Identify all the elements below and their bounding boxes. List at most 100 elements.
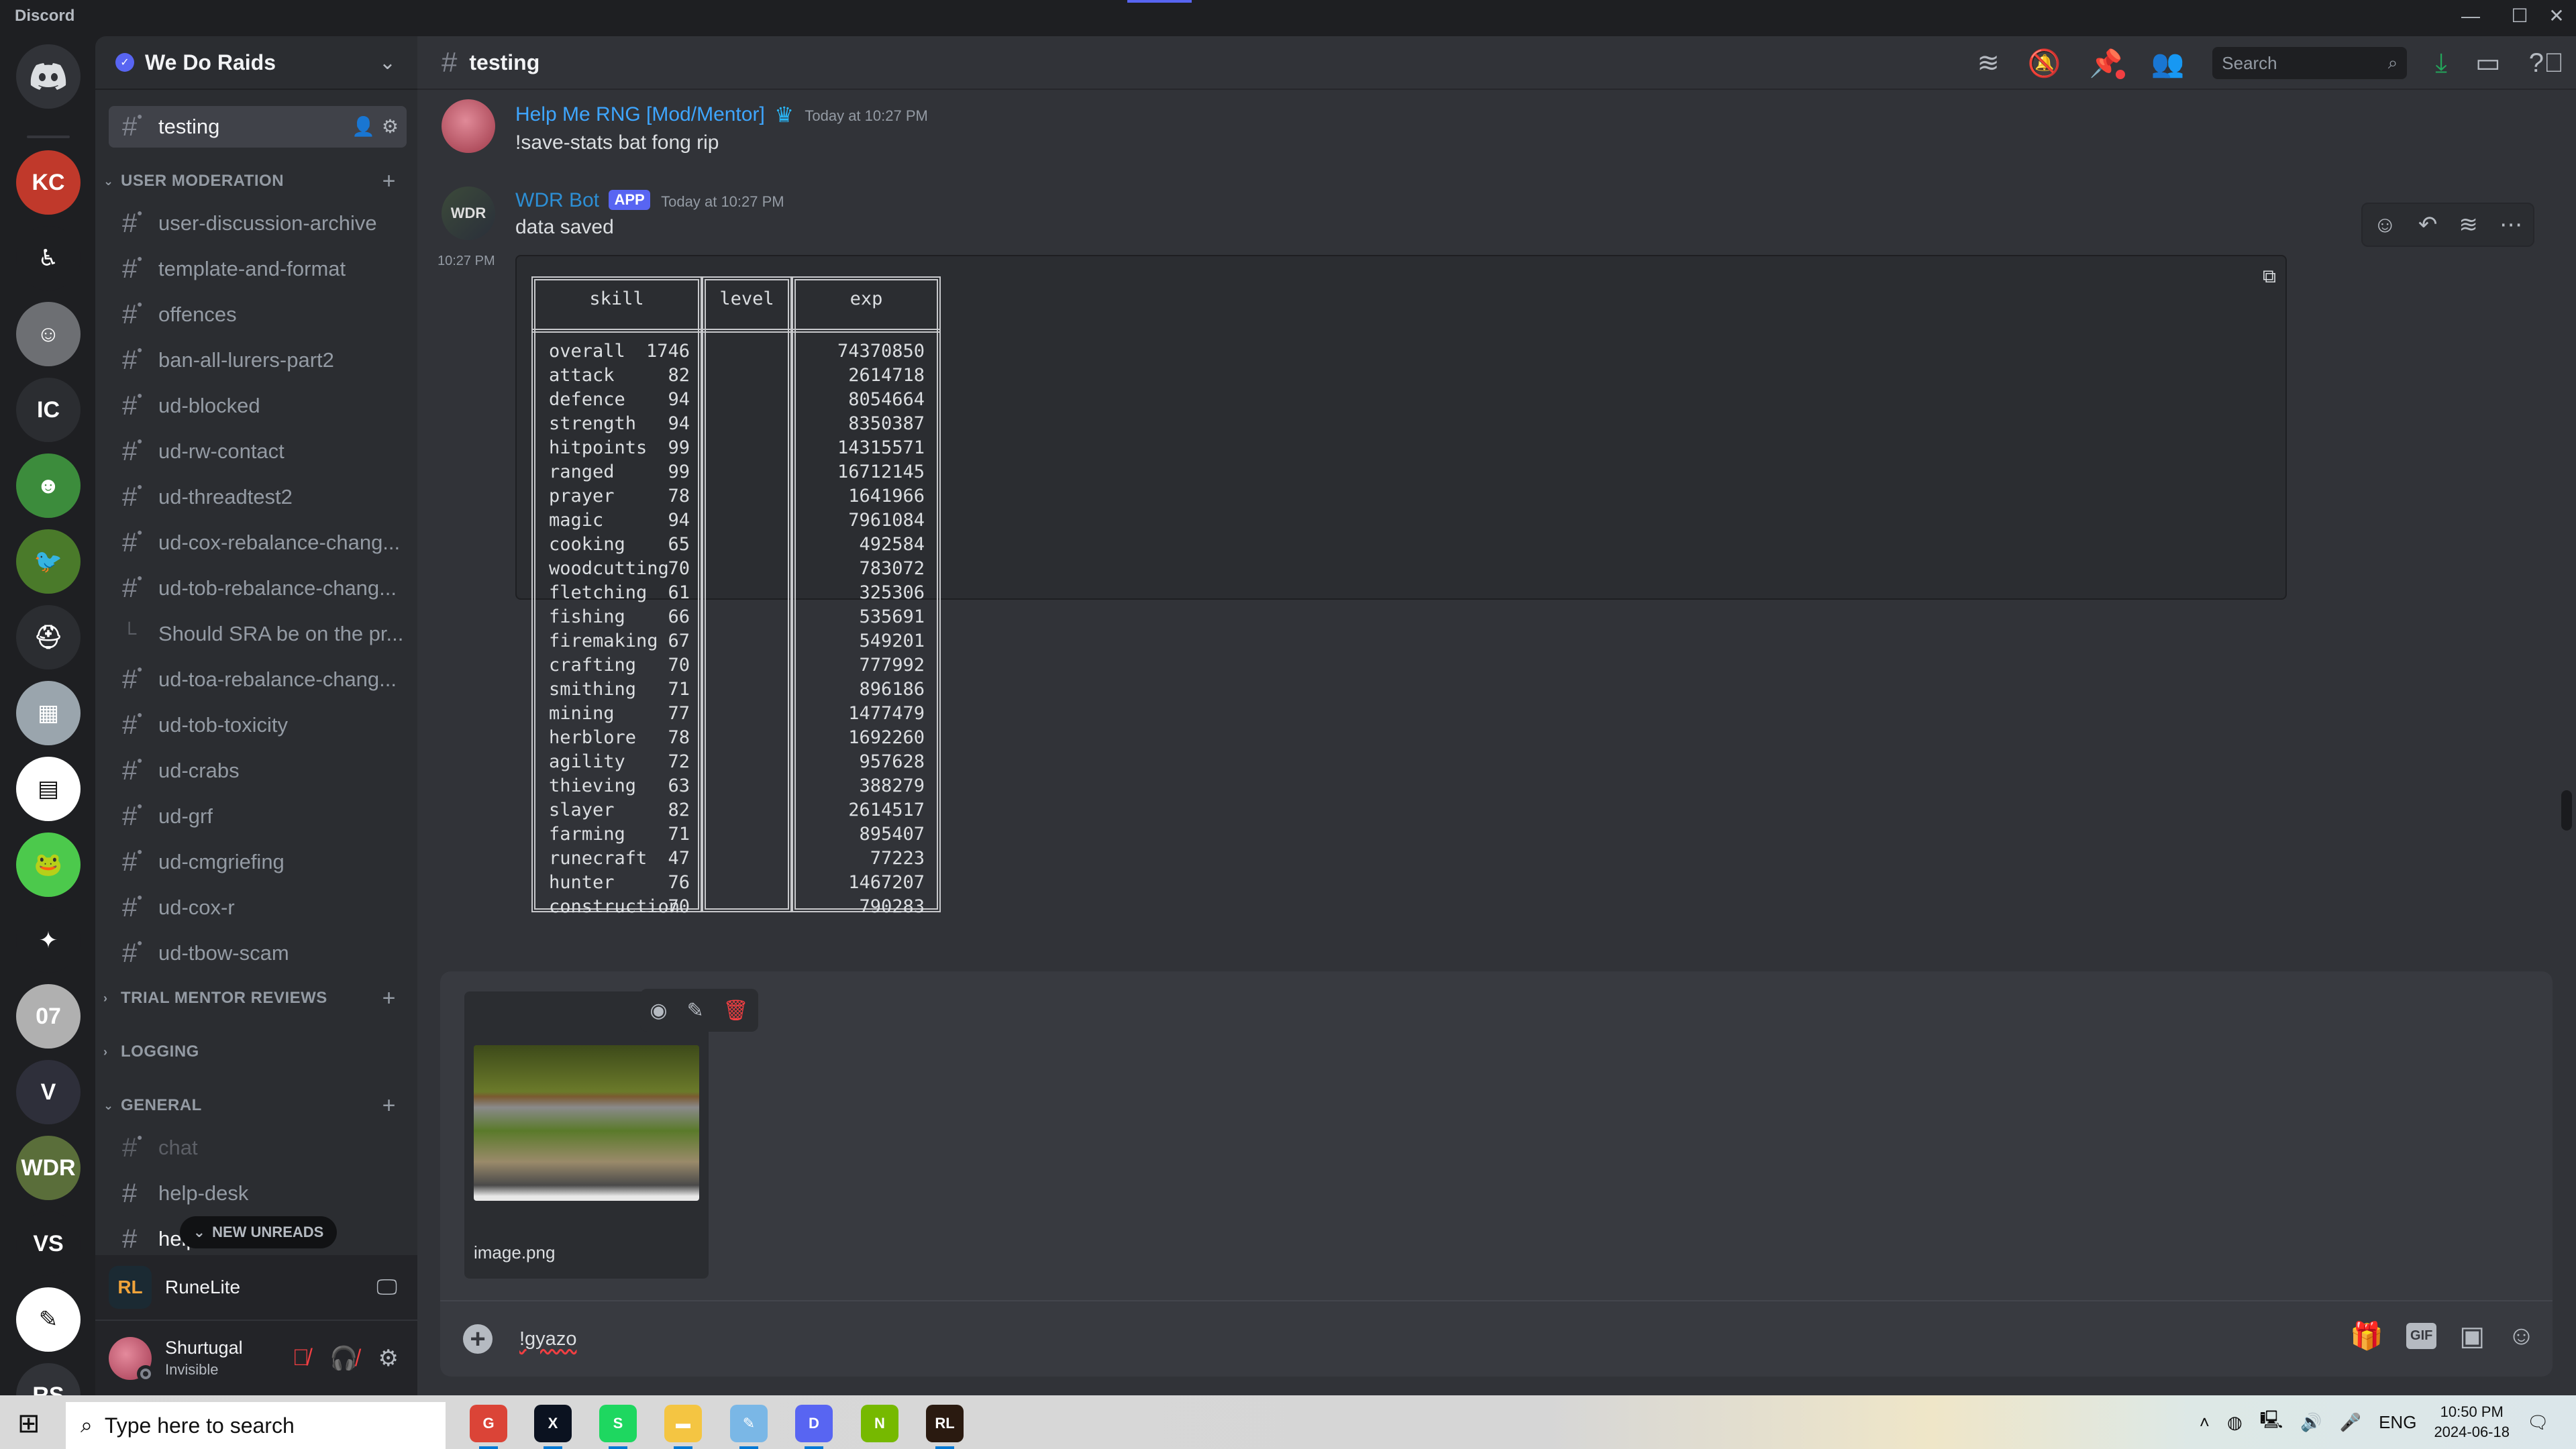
user-settings-gear-icon[interactable]: ⚙ — [378, 1345, 399, 1372]
close-button[interactable]: ✕ — [2543, 4, 2570, 28]
channel-item[interactable]: # ● ud-rw-contact — [109, 431, 407, 472]
maximize-button[interactable]: ☐ — [2506, 4, 2533, 28]
help-icon[interactable]: ?⃝ — [2529, 48, 2564, 78]
gif-button[interactable]: GIF — [2406, 1323, 2437, 1349]
server-icon[interactable]: ▦ — [16, 681, 81, 745]
edit-pencil-icon[interactable]: ✎ — [686, 999, 703, 1022]
delete-trash-icon[interactable]: 🗑 — [723, 999, 748, 1022]
language-indicator[interactable]: ENG — [2379, 1412, 2416, 1433]
copy-code-icon[interactable]: ⧉ — [2263, 266, 2276, 288]
server-icon[interactable]: V — [16, 1060, 81, 1124]
headphones-deafened-icon[interactable]: 🎧̸ — [329, 1345, 358, 1372]
server-icon[interactable]: ☻ — [16, 453, 81, 518]
microphone-icon[interactable]: 🎤 — [2340, 1412, 2361, 1433]
channel-item[interactable]: # ● ban-all-lurers-part2 — [109, 339, 407, 381]
channel-item[interactable]: # ● ud-tob-toxicity — [109, 704, 407, 746]
channel-testing[interactable]: # ● testing 👤 ⚙ — [109, 106, 407, 148]
gear-icon[interactable]: ⚙ — [382, 115, 399, 138]
download-icon[interactable]: ⤓ — [2435, 48, 2447, 78]
server-icon[interactable]: ✎ — [16, 1287, 81, 1352]
server-icon[interactable]: IC — [16, 378, 81, 442]
channel-item[interactable]: # ● ud-tbow-scam — [109, 932, 407, 974]
channel-item[interactable]: # ● user-discussion-archive — [109, 203, 407, 244]
taskbar-app-paint[interactable]: ✎ — [730, 1405, 768, 1442]
network-icon[interactable]: 🖳 — [2260, 1407, 2283, 1437]
volume-icon[interactable]: 🔊 — [2300, 1412, 2322, 1433]
message-input[interactable]: !gyazo — [519, 1328, 576, 1350]
server-icon[interactable]: ☺ — [16, 302, 81, 366]
taskbar-app-spotify[interactable]: S — [599, 1405, 637, 1442]
sticker-icon[interactable]: ▣ — [2459, 1321, 2485, 1352]
server-icon[interactable]: WDR — [16, 1136, 81, 1200]
taskbar-app-chrome[interactable]: G — [470, 1405, 507, 1442]
server-icon[interactable]: ✦ — [16, 908, 81, 973]
home-button[interactable] — [16, 44, 81, 109]
channel-item[interactable]: # ● ud-cox-rebalance-chang... — [109, 522, 407, 564]
server-icon[interactable]: KC — [16, 150, 81, 215]
taskbar-app-nvidia[interactable]: N — [861, 1405, 898, 1442]
channel-item[interactable]: # ● ud-blocked — [109, 385, 407, 427]
channel-item[interactable]: # ● ud-crabs — [109, 750, 407, 792]
create-thread-icon[interactable]: ≋ — [2459, 211, 2478, 238]
channel-item[interactable]: # ● chat — [109, 1127, 407, 1169]
notifications-icon[interactable]: 🗨 — [2527, 1412, 2549, 1433]
category-header[interactable]: ⌄ GENERAL + — [103, 1092, 409, 1119]
server-icon[interactable]: 🐸 — [16, 833, 81, 897]
show-hidden-icons[interactable]: ˄ — [2200, 1412, 2210, 1433]
guild-header[interactable]: ✓ We Do Raids ⌄ — [95, 36, 417, 90]
channel-item[interactable]: # ● ud-threadtest2 — [109, 476, 407, 518]
channel-item[interactable]: # ● ud-toa-rebalance-chang... — [109, 659, 407, 700]
new-unreads-button[interactable]: ⌄ NEW UNREADS — [180, 1216, 337, 1248]
message-author[interactable]: Help Me RNG [Mod/Mentor] — [515, 103, 765, 125]
spoiler-eye-icon[interactable]: ◉ — [650, 999, 667, 1022]
server-icon[interactable]: VS — [16, 1212, 81, 1276]
server-icon[interactable]: 07 — [16, 984, 81, 1049]
minimize-button[interactable]: — — [2457, 4, 2484, 28]
server-icon[interactable]: ⛑ — [16, 605, 81, 669]
create-channel-plus-icon[interactable]: + — [382, 168, 396, 195]
thread-item[interactable]: └ Should SRA be on the pr... — [109, 613, 407, 655]
camera-icon[interactable]: ◍ — [2227, 1412, 2243, 1433]
attachment-card[interactable]: ◉ ✎ 🗑 image.png — [464, 989, 758, 1279]
message-author[interactable]: WDR Bot — [515, 189, 599, 211]
more-icon[interactable]: ⋯ — [2500, 211, 2522, 238]
notification-muted-icon[interactable]: 🔕 — [2028, 48, 2061, 79]
user-avatar[interactable] — [442, 99, 495, 153]
member-list-icon[interactable]: 👥 — [2151, 48, 2184, 79]
taskbar-search[interactable]: ⌕ Type here to search — [66, 1402, 446, 1449]
create-channel-plus-icon[interactable]: + — [382, 985, 396, 1012]
search-input[interactable]: Search ⌕ — [2212, 47, 2408, 79]
server-icon[interactable]: 🐦 — [16, 529, 81, 594]
pinned-messages-icon[interactable]: 📌 — [2090, 48, 2126, 79]
chevron-down-icon[interactable]: ⌄ — [379, 51, 396, 74]
bot-avatar[interactable]: WDR — [442, 186, 495, 240]
category-header[interactable]: ⌄ USER MODERATION + — [103, 168, 409, 195]
channel-item[interactable]: # ● ud-cmgriefing — [109, 841, 407, 883]
category-header[interactable]: › TRIAL MENTOR REVIEWS + — [103, 985, 409, 1012]
add-reaction-icon[interactable]: ☺ — [2373, 212, 2397, 238]
invite-icon[interactable]: 👤 — [352, 115, 375, 138]
server-icon[interactable]: ▤ — [16, 757, 81, 821]
clock[interactable]: 10:50 PM 2024-06-18 — [2434, 1402, 2510, 1442]
inbox-icon[interactable]: ▭ — [2475, 48, 2501, 78]
threads-icon[interactable]: ≋ — [1977, 48, 2000, 78]
channel-item[interactable]: # ● template-and-format — [109, 248, 407, 290]
reply-icon[interactable]: ↶ — [2418, 211, 2438, 238]
taskbar-app-x-ray-app[interactable]: X — [534, 1405, 572, 1442]
channel-item[interactable]: # ● ud-tob-rebalance-chang... — [109, 568, 407, 609]
gift-icon[interactable]: 🎁 — [2350, 1320, 2383, 1352]
user-avatar[interactable] — [109, 1336, 154, 1383]
taskbar-app-runelite[interactable]: RL — [926, 1405, 964, 1442]
create-channel-plus-icon[interactable]: + — [382, 1093, 396, 1119]
taskbar-app-discord[interactable]: D — [795, 1405, 833, 1442]
scrollbar-thumb[interactable] — [2561, 790, 2572, 830]
windows-start-icon[interactable]: ⊞ — [17, 1410, 44, 1437]
upload-plus-button[interactable]: + — [463, 1324, 493, 1354]
screen-share-icon[interactable]: 🖵 — [376, 1275, 397, 1300]
server-icon[interactable]: ♿ — [16, 226, 81, 290]
channel-item[interactable]: # ● ud-grf — [109, 796, 407, 837]
mic-muted-icon[interactable]: 🎙̸ — [293, 1345, 310, 1372]
emoji-icon[interactable]: ☺ — [2508, 1321, 2535, 1351]
channel-item[interactable]: # ● offences — [109, 294, 407, 335]
taskbar-app-file-explorer[interactable]: ▬ — [664, 1405, 702, 1442]
